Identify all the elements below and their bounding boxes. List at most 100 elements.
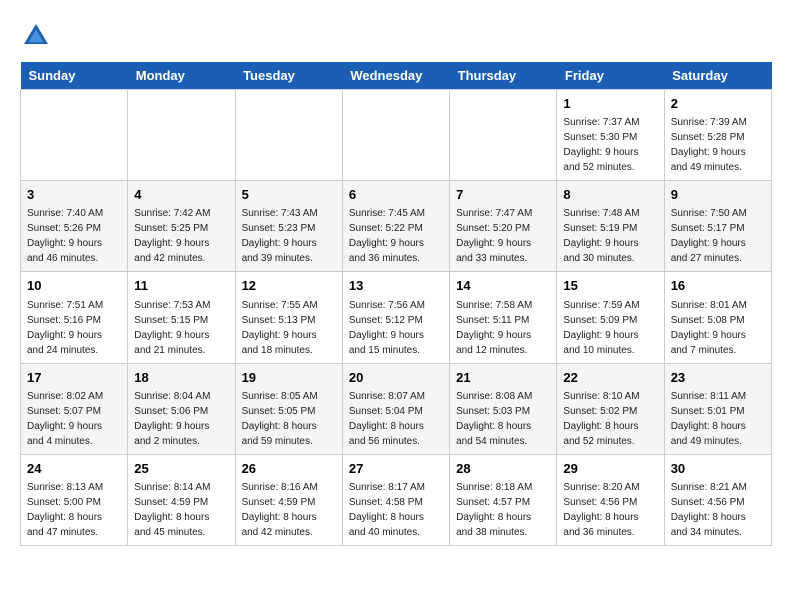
- day-number: 6: [349, 186, 443, 204]
- weekday-header-sunday: Sunday: [21, 62, 128, 90]
- day-info: Sunrise: 7:51 AM Sunset: 5:16 PM Dayligh…: [27, 298, 121, 358]
- day-number: 1: [563, 95, 657, 113]
- weekday-header-thursday: Thursday: [450, 62, 557, 90]
- day-info: Sunrise: 8:18 AM Sunset: 4:57 PM Dayligh…: [456, 480, 550, 540]
- weekday-header-wednesday: Wednesday: [342, 62, 449, 90]
- day-number: 13: [349, 277, 443, 295]
- day-number: 21: [456, 369, 550, 387]
- day-info: Sunrise: 8:08 AM Sunset: 5:03 PM Dayligh…: [456, 389, 550, 449]
- calendar-week-1: 1 Sunrise: 7:37 AM Sunset: 5:30 PM Daylig…: [21, 90, 772, 181]
- calendar-cell: 25 Sunrise: 8:14 AM Sunset: 4:59 PM Dayli…: [128, 454, 235, 545]
- day-number: 14: [456, 277, 550, 295]
- calendar-cell: 2Sunrise: 7:39 AM Sunset: 5:28 PM Daylig…: [664, 90, 771, 181]
- calendar-cell: 1 Sunrise: 7:37 AM Sunset: 5:30 PM Daylig…: [557, 90, 664, 181]
- day-info: Sunrise: 7:59 AM Sunset: 5:09 PM Dayligh…: [563, 298, 657, 358]
- calendar-cell: 29 Sunrise: 8:20 AM Sunset: 4:56 PM Dayli…: [557, 454, 664, 545]
- calendar-table: SundayMondayTuesdayWednesdayThursdayFrid…: [20, 62, 772, 546]
- calendar-cell: 27 Sunrise: 8:17 AM Sunset: 4:58 PM Dayli…: [342, 454, 449, 545]
- day-info: Sunrise: 8:17 AM Sunset: 4:58 PM Dayligh…: [349, 480, 443, 540]
- day-number: 15: [563, 277, 657, 295]
- calendar-cell: 23 Sunrise: 8:11 AM Sunset: 5:01 PM Dayli…: [664, 363, 771, 454]
- calendar-cell: 12 Sunrise: 7:55 AM Sunset: 5:13 PM Dayli…: [235, 272, 342, 363]
- day-info: Sunrise: 7:56 AM Sunset: 5:12 PM Dayligh…: [349, 298, 443, 358]
- calendar-cell: 4 Sunrise: 7:42 AM Sunset: 5:25 PM Daylig…: [128, 181, 235, 272]
- calendar-cell: 7Sunrise: 7:47 AM Sunset: 5:20 PM Daylig…: [450, 181, 557, 272]
- weekday-header-friday: Friday: [557, 62, 664, 90]
- calendar-week-2: 3 Sunrise: 7:40 AM Sunset: 5:26 PM Daylig…: [21, 181, 772, 272]
- calendar-cell: 9 Sunrise: 7:50 AM Sunset: 5:17 PM Daylig…: [664, 181, 771, 272]
- day-number: 22: [563, 369, 657, 387]
- day-number: 4: [134, 186, 228, 204]
- logo-icon: [20, 20, 52, 52]
- day-number: 5: [242, 186, 336, 204]
- day-info: Sunrise: 7:42 AM Sunset: 5:25 PM Dayligh…: [134, 206, 228, 266]
- header-row: SundayMondayTuesdayWednesdayThursdayFrid…: [21, 62, 772, 90]
- day-info: Sunrise: 8:04 AM Sunset: 5:06 PM Dayligh…: [134, 389, 228, 449]
- day-info: Sunrise: 8:14 AM Sunset: 4:59 PM Dayligh…: [134, 480, 228, 540]
- day-number: 11: [134, 277, 228, 295]
- calendar-cell: 15 Sunrise: 7:59 AM Sunset: 5:09 PM Dayli…: [557, 272, 664, 363]
- day-number: 20: [349, 369, 443, 387]
- day-info: Sunrise: 8:10 AM Sunset: 5:02 PM Dayligh…: [563, 389, 657, 449]
- day-info: Sunrise: 7:47 AM Sunset: 5:20 PM Dayligh…: [456, 206, 550, 266]
- day-info: Sunrise: 8:11 AM Sunset: 5:01 PM Dayligh…: [671, 389, 765, 449]
- calendar-cell: [450, 90, 557, 181]
- calendar-cell: 19 Sunrise: 8:05 AM Sunset: 5:05 PM Dayli…: [235, 363, 342, 454]
- calendar-cell: 16 Sunrise: 8:01 AM Sunset: 5:08 PM Dayli…: [664, 272, 771, 363]
- day-number: 25: [134, 460, 228, 478]
- calendar-cell: [21, 90, 128, 181]
- day-info: Sunrise: 7:50 AM Sunset: 5:17 PM Dayligh…: [671, 206, 765, 266]
- day-number: 23: [671, 369, 765, 387]
- day-number: 24: [27, 460, 121, 478]
- day-number: 8: [563, 186, 657, 204]
- calendar-cell: 6Sunrise: 7:45 AM Sunset: 5:22 PM Daylig…: [342, 181, 449, 272]
- day-info: Sunrise: 8:13 AM Sunset: 5:00 PM Dayligh…: [27, 480, 121, 540]
- day-number: 16: [671, 277, 765, 295]
- day-number: 17: [27, 369, 121, 387]
- calendar-cell: 8 Sunrise: 7:48 AM Sunset: 5:19 PM Daylig…: [557, 181, 664, 272]
- day-info: Sunrise: 8:01 AM Sunset: 5:08 PM Dayligh…: [671, 298, 765, 358]
- calendar-week-4: 17 Sunrise: 8:02 AM Sunset: 5:07 PM Dayli…: [21, 363, 772, 454]
- day-number: 18: [134, 369, 228, 387]
- day-info: Sunrise: 7:55 AM Sunset: 5:13 PM Dayligh…: [242, 298, 336, 358]
- day-info: Sunrise: 7:40 AM Sunset: 5:26 PM Dayligh…: [27, 206, 121, 266]
- day-number: 10: [27, 277, 121, 295]
- day-info: Sunrise: 8:07 AM Sunset: 5:04 PM Dayligh…: [349, 389, 443, 449]
- day-info: Sunrise: 7:43 AM Sunset: 5:23 PM Dayligh…: [242, 206, 336, 266]
- day-info: Sunrise: 8:02 AM Sunset: 5:07 PM Dayligh…: [27, 389, 121, 449]
- calendar-cell: 17 Sunrise: 8:02 AM Sunset: 5:07 PM Dayli…: [21, 363, 128, 454]
- calendar-week-5: 24 Sunrise: 8:13 AM Sunset: 5:00 PM Dayli…: [21, 454, 772, 545]
- day-number: 27: [349, 460, 443, 478]
- calendar-cell: 26Sunrise: 8:16 AM Sunset: 4:59 PM Dayli…: [235, 454, 342, 545]
- calendar-cell: 3 Sunrise: 7:40 AM Sunset: 5:26 PM Daylig…: [21, 181, 128, 272]
- day-info: Sunrise: 8:05 AM Sunset: 5:05 PM Dayligh…: [242, 389, 336, 449]
- day-info: Sunrise: 7:48 AM Sunset: 5:19 PM Dayligh…: [563, 206, 657, 266]
- day-number: 3: [27, 186, 121, 204]
- day-number: 30: [671, 460, 765, 478]
- calendar-cell: [235, 90, 342, 181]
- day-number: 19: [242, 369, 336, 387]
- calendar-week-3: 10 Sunrise: 7:51 AM Sunset: 5:16 PM Dayli…: [21, 272, 772, 363]
- calendar-cell: 20 Sunrise: 8:07 AM Sunset: 5:04 PM Dayli…: [342, 363, 449, 454]
- day-number: 28: [456, 460, 550, 478]
- calendar-cell: 11 Sunrise: 7:53 AM Sunset: 5:15 PM Dayli…: [128, 272, 235, 363]
- day-info: Sunrise: 8:16 AM Sunset: 4:59 PM Dayligh…: [242, 480, 336, 540]
- calendar-cell: 10 Sunrise: 7:51 AM Sunset: 5:16 PM Dayli…: [21, 272, 128, 363]
- calendar-cell: 5 Sunrise: 7:43 AM Sunset: 5:23 PM Daylig…: [235, 181, 342, 272]
- page-header: [20, 20, 772, 52]
- weekday-header-saturday: Saturday: [664, 62, 771, 90]
- day-info: Sunrise: 8:20 AM Sunset: 4:56 PM Dayligh…: [563, 480, 657, 540]
- calendar-cell: 14 Sunrise: 7:58 AM Sunset: 5:11 PM Dayli…: [450, 272, 557, 363]
- calendar-cell: 21 Sunrise: 8:08 AM Sunset: 5:03 PM Dayli…: [450, 363, 557, 454]
- day-number: 29: [563, 460, 657, 478]
- day-number: 12: [242, 277, 336, 295]
- day-info: Sunrise: 7:58 AM Sunset: 5:11 PM Dayligh…: [456, 298, 550, 358]
- day-info: Sunrise: 7:39 AM Sunset: 5:28 PM Dayligh…: [671, 115, 765, 175]
- calendar-cell: 24 Sunrise: 8:13 AM Sunset: 5:00 PM Dayli…: [21, 454, 128, 545]
- day-number: 9: [671, 186, 765, 204]
- day-info: Sunrise: 7:53 AM Sunset: 5:15 PM Dayligh…: [134, 298, 228, 358]
- day-info: Sunrise: 7:37 AM Sunset: 5:30 PM Dayligh…: [563, 115, 657, 175]
- day-info: Sunrise: 8:21 AM Sunset: 4:56 PM Dayligh…: [671, 480, 765, 540]
- calendar-cell: [342, 90, 449, 181]
- weekday-header-monday: Monday: [128, 62, 235, 90]
